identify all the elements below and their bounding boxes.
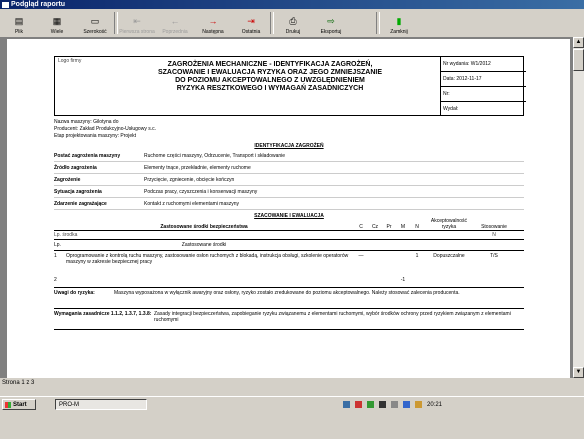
next-icon: →: [208, 16, 218, 26]
tray-app-icon[interactable]: [355, 401, 362, 408]
window-title: Podgląd raportu: [11, 1, 66, 8]
measures-subrow: Lp. środka N: [54, 230, 524, 239]
start-button[interactable]: Start: [2, 399, 36, 410]
speaker-icon[interactable]: [391, 401, 398, 408]
export-icon: ⇨: [327, 16, 335, 26]
printer-icon: ⎙: [289, 16, 297, 26]
scroll-down-icon[interactable]: ▼: [573, 367, 584, 378]
status-bar: Strona 1 z 3: [0, 378, 584, 388]
export-button[interactable]: ⇨ Eksportuj: [312, 9, 350, 37]
page-width-button[interactable]: ▭ Szerokość: [76, 9, 114, 37]
measures-table-header: Lp. Zastosowane środki: [54, 239, 524, 250]
hazard-row: Zagrożenie Przycięcie, zgniecenie, obcięc…: [54, 174, 524, 186]
next-page-button[interactable]: → Następna: [194, 9, 232, 37]
page-indicator: Strona 1 z 3: [2, 380, 35, 386]
print-button[interactable]: ⎙ Drukuj: [274, 9, 312, 37]
tray-app-icon[interactable]: [415, 401, 422, 408]
first-icon: ⇤: [133, 16, 141, 26]
report-meta: Nr wydania: W1/2012 Data: 2012-11-17 Nr:…: [440, 57, 526, 115]
first-page-button[interactable]: ⇤ Pierwsza strona: [118, 9, 156, 37]
prev-icon: ←: [170, 16, 180, 26]
windows-logo-icon: [5, 401, 11, 408]
toolbar: ▤ Plik ▦ Wiele ▭ Szerokość ⇤ Pierwsza strona…: [0, 9, 584, 38]
taskbar: Start PRO-M 20:21: [0, 396, 584, 439]
clock: 20:21: [427, 401, 443, 408]
design-stage: Etap projektowania maszyny: Projekt: [54, 133, 136, 139]
measure-row: 1 Oprogramowanie z kontrolą ruchu maszyn…: [54, 250, 524, 277]
identification-title: IDENTYFIKACJA ZAGROŻEŃ: [254, 143, 324, 149]
preview-area[interactable]: Logo firmy ZAGROŻENIA MECHANICZNE - IDEN…: [0, 37, 573, 378]
meta-row: Wydał:: [443, 106, 460, 112]
system-tray: 20:21: [343, 399, 582, 410]
previous-page-button[interactable]: ← Poprzednia: [156, 9, 194, 37]
scroll-up-icon[interactable]: ▲: [573, 37, 584, 48]
close-button[interactable]: ▮ Zamknij: [380, 9, 418, 37]
logo-placeholder: Logo firmy: [58, 58, 82, 64]
close-door-icon: ▮: [396, 16, 402, 26]
hazard-row: Źródło zagrożenia Elementy tnące, przekła…: [54, 162, 524, 174]
vertical-scrollbar[interactable]: ▲ ▼: [573, 37, 584, 378]
machine-name: Nazwa maszyny: Gilotyna do: [54, 119, 119, 125]
network-icon[interactable]: [403, 401, 410, 408]
pages-icon: ▦: [52, 16, 62, 26]
measures-header: Zastosowane środki bezpieczeństwa C Cz P…: [160, 218, 507, 230]
measure-row: 2 -1: [54, 277, 406, 283]
tray-app-icon[interactable]: [379, 401, 386, 408]
last-page-button[interactable]: ⇥ Ostatnia: [232, 9, 270, 37]
producer: Producent: Zakład Produkcyjno-Usługowy s…: [54, 126, 156, 132]
risk-notes: Uwagi do ryzyka: Maszyna wyposażona w wy…: [54, 287, 524, 308]
report-title: ZAGROŻENIA MECHANICZNE - IDENTYFIKACJA Z…: [157, 61, 382, 92]
hazard-row: Postać zagrożenia maszyny Ruchome części …: [54, 150, 524, 162]
file-button[interactable]: ▤ Plik: [0, 9, 38, 37]
meta-row: Nr:: [441, 87, 526, 102]
scroll-thumb[interactable]: [573, 49, 584, 71]
report-body: Logo firmy ZAGROŻENIA MECHANICZNE - IDEN…: [54, 56, 526, 330]
tray-app-icon[interactable]: [343, 401, 350, 408]
file-icon: ▤: [14, 16, 24, 26]
report-bottom-rule: [54, 329, 524, 330]
app-icon: [2, 1, 9, 8]
window-bottom-frame: [0, 388, 584, 396]
hazard-row: Zdarzenie zagrażające Kontakt z ruchomymi…: [54, 198, 524, 210]
hazard-row: Sytuacja zagrożenia Podczas pracy, czyszc…: [54, 186, 524, 198]
width-icon: ▭: [90, 16, 100, 26]
multi-page-button[interactable]: ▦ Wiele: [38, 9, 76, 37]
meta-row: Data: 2012-11-17: [441, 72, 526, 87]
report-header: Logo firmy ZAGROŻENIA MECHANICZNE - IDEN…: [54, 56, 526, 116]
taskbar-app-button[interactable]: PRO-M: [55, 399, 147, 410]
report-page: Logo firmy ZAGROŻENIA MECHANICZNE - IDEN…: [7, 39, 570, 378]
machine-info: Nazwa maszyny: Gilotyna do Producent: Za…: [54, 119, 524, 140]
last-icon: ⇥: [247, 16, 255, 26]
title-bar: Podgląd raportu: [0, 0, 584, 9]
essential-requirements: Wymagania zasadnicze 1.1.2, 1.3.7, 1.3.8…: [54, 308, 524, 329]
tray-app-icon[interactable]: [367, 401, 374, 408]
meta-row: Nr wydania: W1/2012: [441, 57, 526, 72]
